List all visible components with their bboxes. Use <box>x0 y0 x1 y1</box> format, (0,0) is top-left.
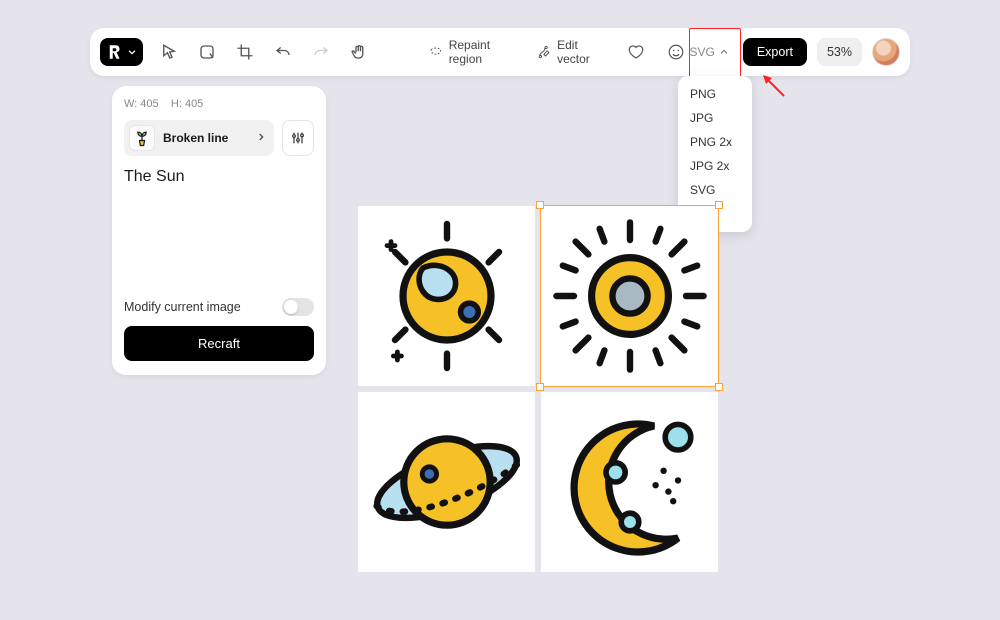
crop-tool[interactable] <box>235 42 255 62</box>
vector-icon <box>537 44 551 60</box>
repaint-icon <box>429 44 443 60</box>
height-label: H: 405 <box>171 98 203 110</box>
lasso-icon <box>198 43 216 61</box>
dropdown-item-jpg[interactable]: JPG <box>678 106 752 130</box>
repaint-region-button[interactable]: Repaint region <box>429 38 515 66</box>
right-tools: SVG Export 53% <box>685 38 900 66</box>
crop-icon <box>236 43 254 61</box>
redo-button[interactable] <box>311 42 331 62</box>
heart-icon <box>627 43 645 61</box>
recraft-button[interactable]: Recraft <box>124 326 314 361</box>
smiley-icon <box>667 43 685 61</box>
app-logo-menu[interactable] <box>100 38 143 66</box>
result-tile-1[interactable] <box>541 206 718 386</box>
generation-panel: W: 405 H: 405 Broken line <box>112 86 326 375</box>
moon-icon <box>550 402 710 562</box>
width-label: W: 405 <box>124 98 159 110</box>
resize-handle-tr[interactable] <box>715 201 723 209</box>
repaint-label: Repaint region <box>449 38 516 66</box>
user-avatar[interactable] <box>872 38 900 66</box>
sun-rays-icon <box>550 216 710 376</box>
resize-handle-tl[interactable] <box>536 201 544 209</box>
emoji-button[interactable] <box>667 43 685 61</box>
resize-handle-bl[interactable] <box>536 383 544 391</box>
chevron-up-icon <box>719 47 729 57</box>
modify-toggle[interactable] <box>282 298 314 316</box>
style-name: Broken line <box>163 131 228 145</box>
resize-handle-br[interactable] <box>715 383 723 391</box>
cursor-tool[interactable] <box>159 42 179 62</box>
style-thumbnail <box>129 125 155 151</box>
top-toolbar: Repaint region Edit vector SVG Export 53… <box>90 28 910 76</box>
prompt-text[interactable]: The Sun <box>124 168 314 186</box>
chevron-right-icon <box>256 131 266 145</box>
dropdown-item-svg[interactable]: SVG <box>678 178 752 202</box>
edit-vector-button[interactable]: Edit vector <box>537 38 605 66</box>
result-tile-3[interactable] <box>541 392 718 572</box>
heart-hands-button[interactable] <box>627 43 645 61</box>
style-settings-button[interactable] <box>282 120 314 156</box>
result-tile-0[interactable] <box>358 206 535 386</box>
format-dropdown[interactable]: SVG <box>685 41 732 63</box>
logo-icon <box>106 43 124 61</box>
style-picker[interactable]: Broken line <box>124 120 274 156</box>
canvas-dimensions: W: 405 H: 405 <box>124 98 314 110</box>
tool-icon-group <box>159 42 369 62</box>
modify-label: Modify current image <box>124 300 241 314</box>
results-grid <box>358 206 718 572</box>
sun-sparkle-icon <box>367 216 527 376</box>
dropdown-item-png[interactable]: PNG <box>678 82 752 106</box>
undo-icon <box>274 43 292 61</box>
export-button[interactable]: Export <box>743 38 807 66</box>
annotation-arrow-icon <box>760 72 790 102</box>
plant-icon <box>132 128 152 148</box>
undo-button[interactable] <box>273 42 293 62</box>
dropdown-item-jpg2x[interactable]: JPG 2x <box>678 154 752 178</box>
cursor-icon <box>160 43 178 61</box>
zoom-level[interactable]: 53% <box>817 38 862 66</box>
hand-icon <box>350 43 368 61</box>
action-tools: Repaint region Edit vector <box>429 38 685 66</box>
edit-vector-label: Edit vector <box>557 38 605 66</box>
redo-icon <box>312 43 330 61</box>
dropdown-item-png2x[interactable]: PNG 2x <box>678 130 752 154</box>
chevron-down-icon <box>127 47 137 57</box>
saturn-icon <box>367 402 527 562</box>
hand-tool[interactable] <box>349 42 369 62</box>
sliders-icon <box>290 130 306 146</box>
lasso-tool[interactable] <box>197 42 217 62</box>
result-tile-2[interactable] <box>358 392 535 572</box>
format-label: SVG <box>689 45 714 59</box>
